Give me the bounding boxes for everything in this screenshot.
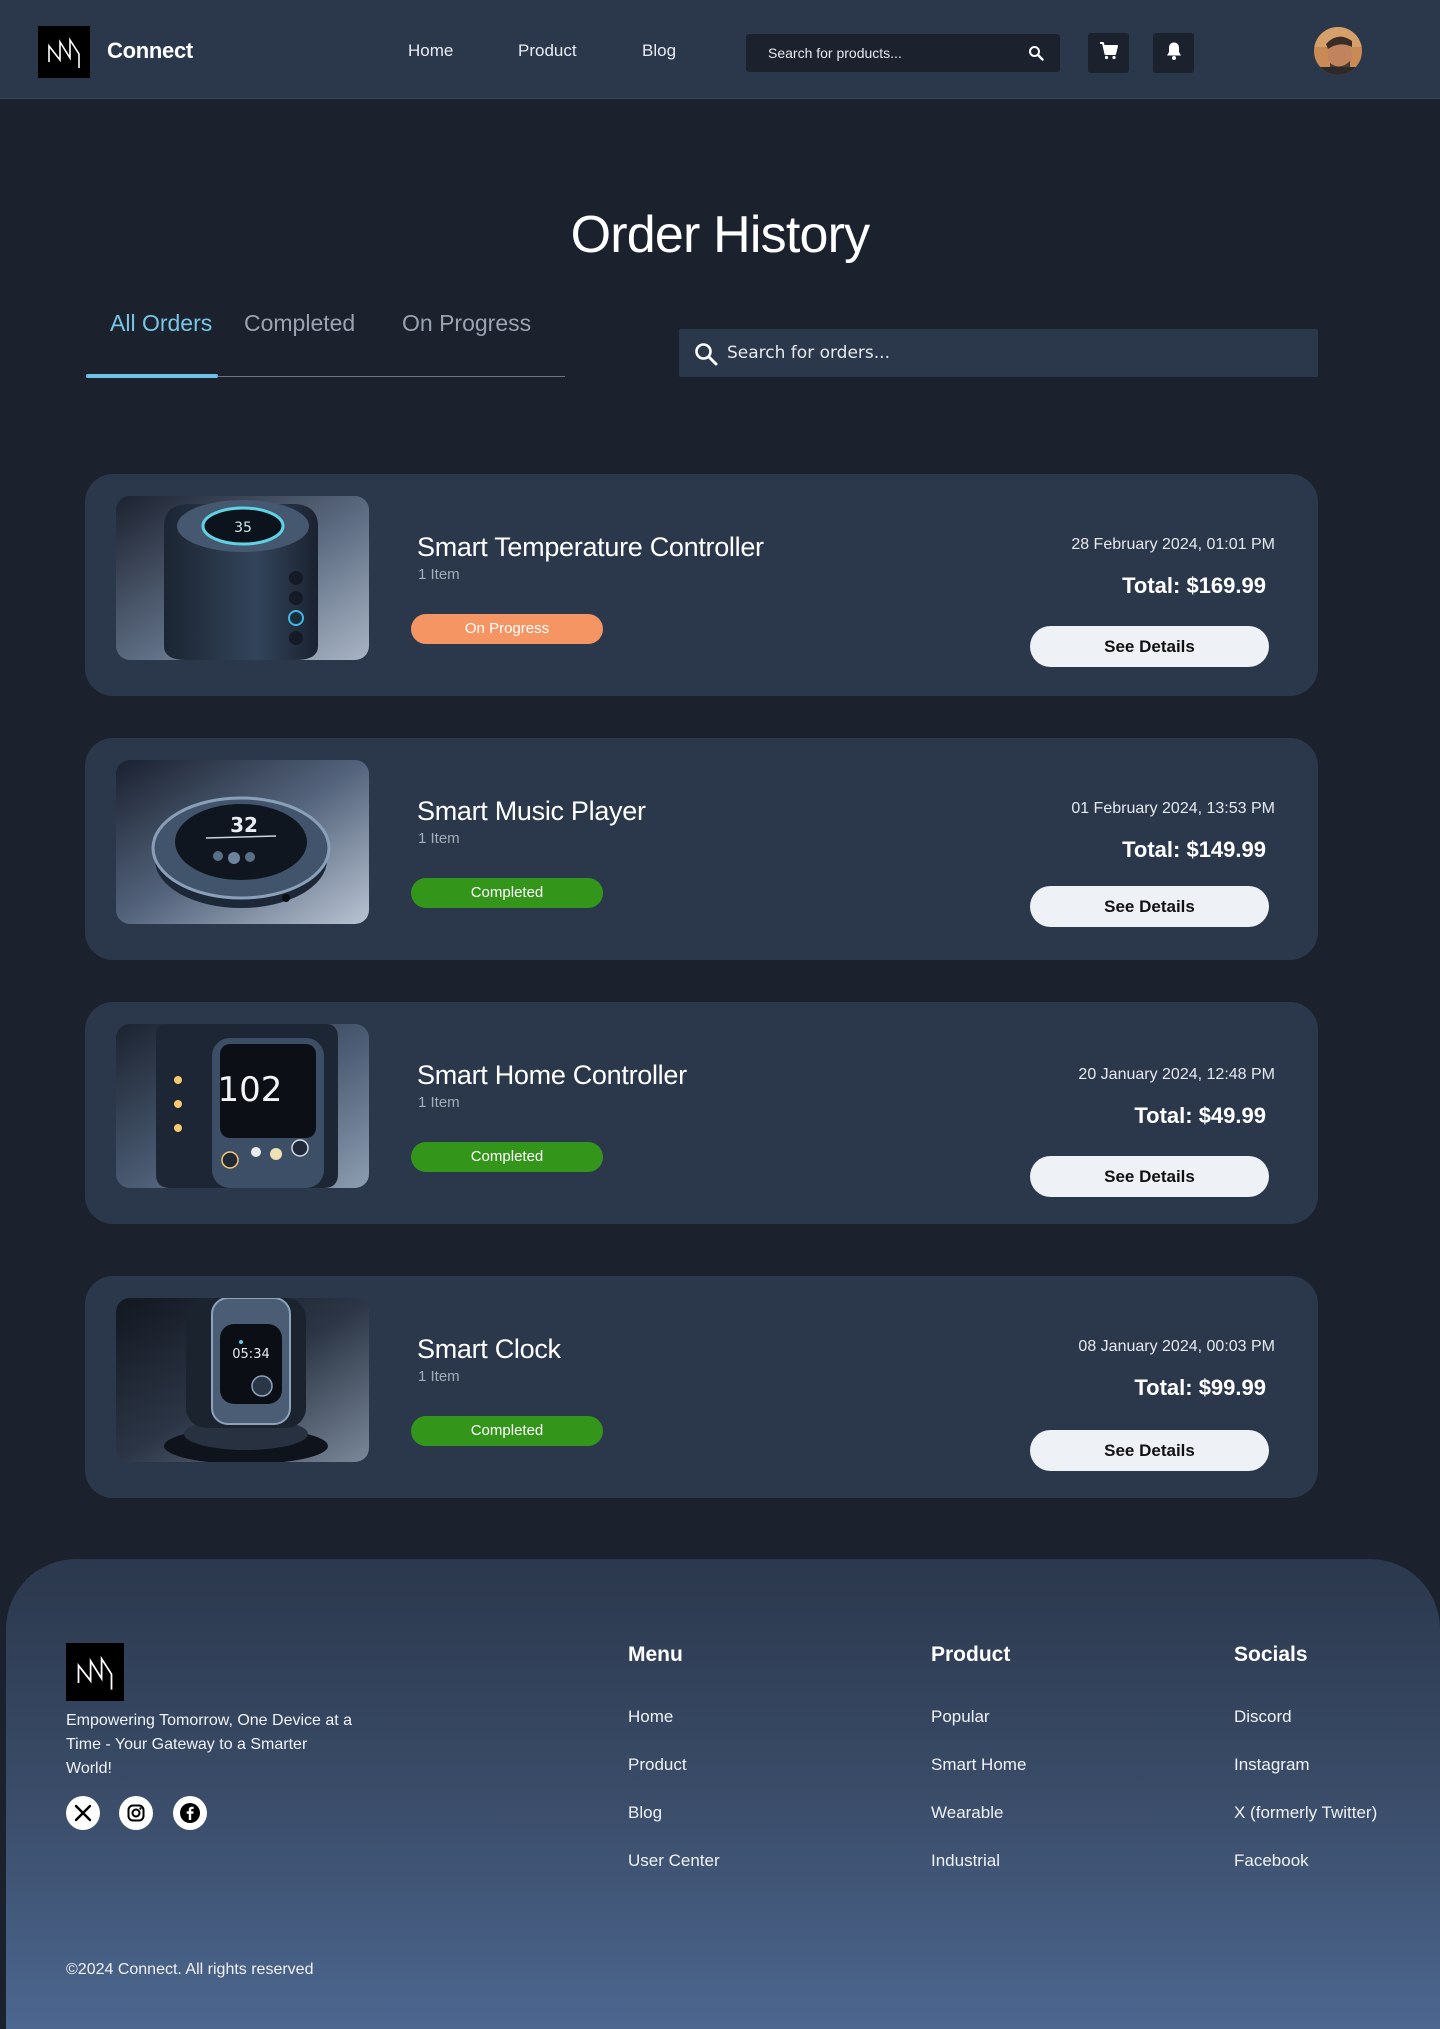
order-card: 102 Smart Home Controller 1 Item Complet… xyxy=(85,1002,1318,1224)
order-tabs: All Orders Completed On Progress xyxy=(86,310,565,378)
nav-link-blog[interactable]: Blog xyxy=(642,41,676,61)
user-avatar[interactable] xyxy=(1314,27,1362,75)
clock-readout: 05:34 xyxy=(232,1347,269,1362)
see-details-button[interactable]: See Details xyxy=(1030,886,1269,927)
temperature-readout: 35 xyxy=(234,520,252,536)
notifications-button[interactable] xyxy=(1153,33,1194,73)
footer-link-facebook[interactable]: Facebook xyxy=(1234,1851,1309,1871)
order-total: Total: $99.99 xyxy=(1134,1375,1266,1400)
order-date: 08 January 2024, 00:03 PM xyxy=(1078,1338,1275,1355)
status-badge: Completed xyxy=(411,1416,603,1446)
order-card: 05:34 Smart Clock 1 Item Completed 08 Ja… xyxy=(85,1276,1318,1498)
nav-link-product[interactable]: Product xyxy=(518,41,577,61)
order-total: Total: $169.99 xyxy=(1122,573,1266,598)
footer-menu-title: Menu xyxy=(628,1643,683,1666)
bell-icon xyxy=(1165,41,1183,66)
order-total: Total: $149.99 xyxy=(1122,837,1266,862)
order-card: 35 Smart Temperature Controller 1 Item O… xyxy=(85,474,1318,696)
logo-icon[interactable] xyxy=(66,1643,124,1701)
tab-all-orders[interactable]: All Orders xyxy=(110,310,212,337)
footer-link-product[interactable]: Product xyxy=(628,1755,687,1775)
product-search-input[interactable] xyxy=(768,34,1018,72)
product-name: Smart Temperature Controller xyxy=(417,532,764,562)
status-badge: Completed xyxy=(411,878,603,908)
music-readout: 32 xyxy=(230,813,258,837)
footer-link-discord[interactable]: Discord xyxy=(1234,1707,1292,1727)
item-count: 1 Item xyxy=(418,830,460,847)
product-image-home-controller: 102 xyxy=(116,1024,369,1188)
page-title: Order History xyxy=(570,206,871,264)
tab-on-progress[interactable]: On Progress xyxy=(402,310,531,337)
active-tab-indicator xyxy=(86,374,218,378)
product-image-temperature-controller: 35 xyxy=(116,496,369,660)
order-date: 28 February 2024, 01:01 PM xyxy=(1071,536,1275,553)
copyright: ©2024 Connect. All rights reserved xyxy=(66,1961,314,1978)
see-details-button[interactable]: See Details xyxy=(1030,1156,1269,1197)
search-icon xyxy=(693,341,719,372)
item-count: 1 Item xyxy=(418,1094,460,1111)
order-date: 01 February 2024, 13:53 PM xyxy=(1071,800,1275,817)
x-icon[interactable] xyxy=(66,1796,100,1830)
footer-link-x[interactable]: X (formerly Twitter) xyxy=(1234,1803,1377,1823)
tab-completed[interactable]: Completed xyxy=(244,310,355,337)
order-total: Total: $49.99 xyxy=(1134,1103,1266,1128)
brand-name[interactable]: Connect xyxy=(107,38,193,64)
home-readout: 102 xyxy=(218,1070,283,1110)
status-badge: Completed xyxy=(411,1142,603,1172)
product-search-box xyxy=(746,34,1060,72)
footer-product-title: Product xyxy=(931,1643,1011,1666)
footer-link-blog[interactable]: Blog xyxy=(628,1803,662,1823)
search-icon[interactable] xyxy=(1028,45,1044,66)
product-name: Smart Clock xyxy=(417,1334,561,1364)
see-details-button[interactable]: See Details xyxy=(1030,1430,1269,1471)
see-details-button[interactable]: See Details xyxy=(1030,626,1269,667)
order-date: 20 January 2024, 12:48 PM xyxy=(1078,1066,1275,1083)
facebook-icon[interactable] xyxy=(173,1796,207,1830)
logo-icon[interactable] xyxy=(38,26,90,78)
footer-link-popular[interactable]: Popular xyxy=(931,1707,990,1727)
order-search-input[interactable] xyxy=(727,329,1297,377)
top-navbar: Connect Home Product Blog xyxy=(0,0,1440,99)
cart-icon xyxy=(1099,41,1119,66)
cart-button[interactable] xyxy=(1088,33,1129,73)
order-search-box xyxy=(679,329,1318,377)
footer-link-smart-home[interactable]: Smart Home xyxy=(931,1755,1026,1775)
footer-link-instagram[interactable]: Instagram xyxy=(1234,1755,1310,1775)
footer-socials-title: Socials xyxy=(1234,1643,1308,1666)
footer: Empowering Tomorrow, One Device at a Tim… xyxy=(6,1559,1440,2029)
product-image-music-player: 32 xyxy=(116,760,369,924)
footer-link-user-center[interactable]: User Center xyxy=(628,1851,720,1871)
order-card: 32 Smart Music Player 1 Item Completed 0… xyxy=(85,738,1318,960)
item-count: 1 Item xyxy=(418,566,460,583)
product-name: Smart Music Player xyxy=(417,796,646,826)
footer-link-home[interactable]: Home xyxy=(628,1707,673,1727)
status-badge: On Progress xyxy=(411,614,603,644)
footer-link-industrial[interactable]: Industrial xyxy=(931,1851,1000,1871)
item-count: 1 Item xyxy=(418,1368,460,1385)
nav-link-home[interactable]: Home xyxy=(408,41,453,61)
product-image-clock: 05:34 xyxy=(116,1298,369,1462)
instagram-icon[interactable] xyxy=(119,1796,153,1830)
footer-link-wearable[interactable]: Wearable xyxy=(931,1803,1003,1823)
product-name: Smart Home Controller xyxy=(417,1060,687,1090)
footer-tagline: Empowering Tomorrow, One Device at a Tim… xyxy=(66,1712,353,1777)
